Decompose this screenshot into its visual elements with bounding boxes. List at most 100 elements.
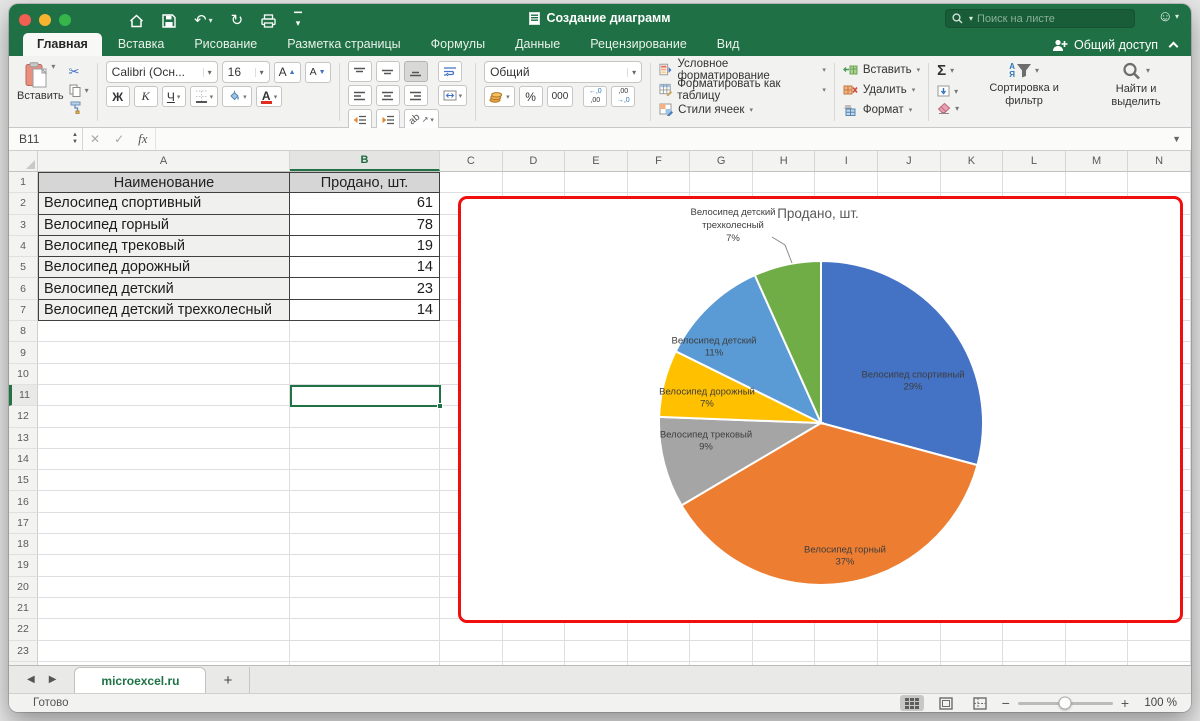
row-header-20[interactable]: 20 [9,577,38,598]
cell-B2[interactable]: 61 [290,193,440,214]
cell-grid[interactable]: 1НаименованиеПродано, шт. 2Велосипед спор… [9,172,1191,665]
row-header-2[interactable]: 2 [9,193,38,214]
minimize-window-button[interactable] [39,14,51,26]
sort-filter-button[interactable]: АЯ ▾ Сортировка и фильтр [969,62,1079,114]
column-header-E[interactable]: E [565,151,628,171]
column-header-J[interactable]: J [878,151,941,171]
copy-icon[interactable]: ▾ [69,84,89,97]
row-header-9[interactable]: 9 [9,342,38,363]
cell-A22[interactable] [38,619,290,640]
cell-J1[interactable] [878,172,941,193]
normal-view-button[interactable] [900,695,924,711]
more-commands-icon[interactable]: ▔▾ [294,16,302,26]
cell-A20[interactable] [38,577,290,598]
font-size-select[interactable]: 16▾ [222,61,270,83]
column-header-A[interactable]: A [38,151,290,171]
sheet-tab-active[interactable]: microexcel.ru [74,667,206,693]
cell-B18[interactable] [290,534,440,555]
column-header-M[interactable]: M [1066,151,1129,171]
currency-format-button[interactable]: ▾ [484,86,515,107]
row-header-11[interactable]: 11 [9,385,38,406]
insert-function-icon[interactable]: fx [131,131,154,147]
cell-A18[interactable] [38,534,290,555]
row-header-22[interactable]: 22 [9,619,38,640]
decrease-indent-button[interactable] [348,109,372,130]
thousands-format-button[interactable]: 000 [547,86,574,107]
cell-B12[interactable] [290,406,440,427]
row-header-12[interactable]: 12 [9,406,38,427]
row-header-21[interactable]: 21 [9,598,38,619]
undo-button[interactable]: ↶▾ [194,13,213,28]
row-header-6[interactable]: 6 [9,278,38,299]
cell-H1[interactable] [753,172,816,193]
cell-A19[interactable] [38,555,290,576]
cell-B1[interactable]: Продано, шт. [290,172,440,193]
column-header-H[interactable]: H [753,151,816,171]
zoom-out-icon[interactable]: − [1002,695,1010,711]
format-painter-icon[interactable] [69,101,89,114]
cell-B8[interactable] [290,321,440,342]
cell-B13[interactable] [290,428,440,449]
zoom-level[interactable]: 100 % [1139,697,1177,709]
cell-B22[interactable] [290,619,440,640]
row-header-7[interactable]: 7 [9,300,38,321]
print-icon[interactable] [261,14,276,28]
zoom-in-icon[interactable]: + [1121,695,1129,711]
cell-L23[interactable] [1003,641,1066,662]
formula-input[interactable] [155,128,1163,150]
column-header-B[interactable]: B [290,151,440,171]
row-header-14[interactable]: 14 [9,449,38,470]
decrease-font-icon[interactable]: A▼ [305,62,331,83]
search-scope-dropdown-icon[interactable]: ▾ [969,14,973,23]
fill-handle[interactable] [437,403,443,409]
column-header-L[interactable]: L [1003,151,1066,171]
cell-A23[interactable] [38,641,290,662]
format-as-table-button[interactable]: Форматировать как таблицу▾ [659,81,826,98]
row-header-5[interactable]: 5 [9,257,38,278]
column-header-G[interactable]: G [690,151,753,171]
cell-A2[interactable]: Велосипед спортивный [38,193,290,214]
name-box-stepper[interactable]: ▲▼ [72,132,78,145]
row-header-4[interactable]: 4 [9,236,38,257]
zoom-window-button[interactable] [59,14,71,26]
cell-B23[interactable] [290,641,440,662]
ribbon-tab-6[interactable]: Рецензирование [576,33,701,56]
cell-B7[interactable]: 14 [290,300,440,321]
row-header-10[interactable]: 10 [9,364,38,385]
row-header-19[interactable]: 19 [9,555,38,576]
cell-L1[interactable] [1003,172,1066,193]
cell-K1[interactable] [941,172,1004,193]
cell-G23[interactable] [690,641,753,662]
align-center-button[interactable] [376,85,400,106]
text-orientation-button[interactable]: ab↗▾ [404,109,439,130]
row-header-15[interactable]: 15 [9,470,38,491]
row-header-13[interactable]: 13 [9,428,38,449]
ribbon-tab-0[interactable]: Главная [23,33,102,56]
font-name-select[interactable]: Calibri (Осн...▾ [106,61,218,83]
cell-M23[interactable] [1066,641,1129,662]
insert-cells-button[interactable]: Вставить▾ [843,61,920,78]
italic-button[interactable]: К [134,86,158,107]
cell-D1[interactable] [503,172,566,193]
cell-A14[interactable] [38,449,290,470]
cell-A15[interactable] [38,470,290,491]
cell-B20[interactable] [290,577,440,598]
cell-D23[interactable] [503,641,566,662]
wrap-text-button[interactable] [438,61,462,82]
increase-decimal-button[interactable]: ←,0,00 [583,86,607,107]
align-right-button[interactable] [404,85,428,106]
collapse-ribbon-icon[interactable] [1169,42,1179,52]
row-header-17[interactable]: 17 [9,513,38,534]
search-input[interactable]: ▾ Поиск на листе [945,9,1135,28]
cell-G1[interactable] [690,172,753,193]
row-header-1[interactable]: 1 [9,172,38,193]
merge-cells-button[interactable]: ▾ [438,85,468,106]
cell-B6[interactable]: 23 [290,278,440,299]
share-button[interactable]: Общий доступ [1052,38,1177,56]
cell-A11[interactable] [38,385,290,406]
cell-A1[interactable]: Наименование [38,172,290,193]
find-select-button[interactable]: ▾ Найти и выделить [1089,62,1183,114]
page-layout-view-button[interactable] [934,695,958,711]
cell-A17[interactable] [38,513,290,534]
cell-F23[interactable] [628,641,691,662]
